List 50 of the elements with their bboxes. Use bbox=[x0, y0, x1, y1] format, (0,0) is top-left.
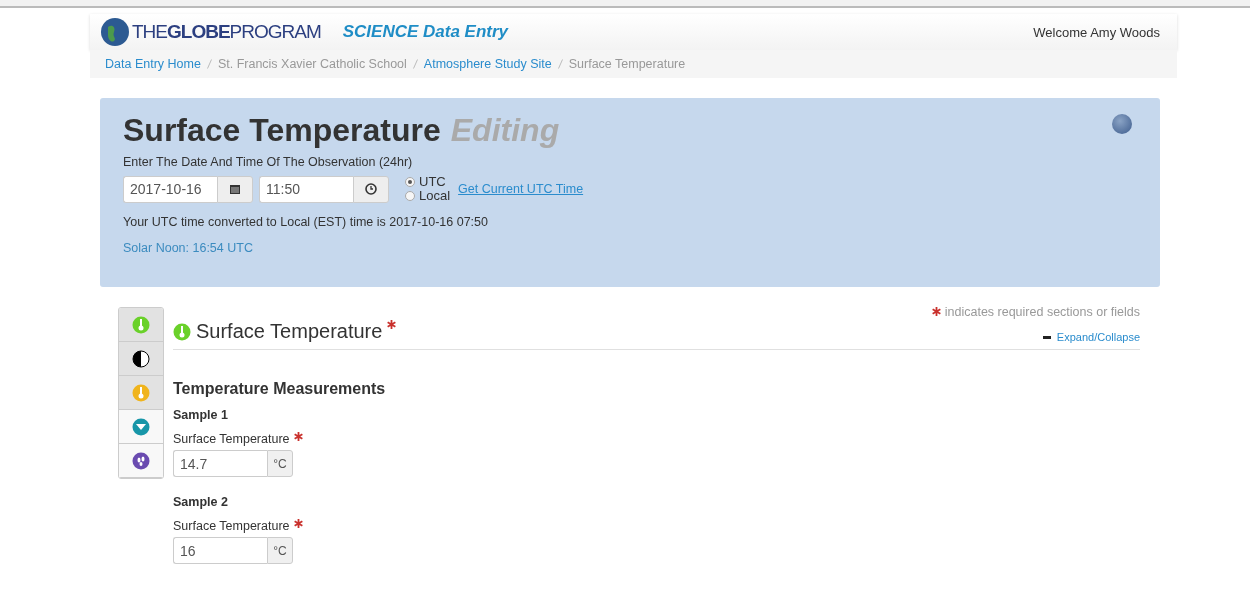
side-nav-button[interactable] bbox=[119, 444, 163, 478]
funnel-icon bbox=[132, 417, 150, 436]
conversion-text: Your UTC time converted to Local (EST) time is 2017-10-16 07:50 bbox=[123, 215, 489, 229]
breadcrumb-separator bbox=[412, 59, 418, 69]
welcome-text: Welcome Amy Woods bbox=[1033, 24, 1160, 40]
breadcrumb-item: Surface Temperature bbox=[568, 57, 686, 71]
section-title: Surface Temperature bbox=[196, 320, 383, 343]
unit-label: °C bbox=[267, 450, 293, 477]
radio-label: UTC bbox=[419, 175, 446, 189]
status-text: Editing bbox=[450, 112, 560, 149]
help-icon[interactable] bbox=[1112, 114, 1132, 134]
sample-title: Sample 2 bbox=[173, 495, 229, 509]
required-asterisk-icon bbox=[293, 519, 303, 528]
field-label: Surface Temperature bbox=[173, 432, 290, 446]
breadcrumb-item: St. Francis Xavier Catholic School bbox=[217, 57, 407, 71]
thermometer-icon bbox=[132, 383, 150, 402]
calendar-button[interactable] bbox=[217, 175, 253, 203]
thermometer-icon bbox=[173, 322, 191, 341]
solar-noon-text: Solar Noon: 16:54 UTC bbox=[123, 241, 254, 255]
unit-label: °C bbox=[267, 537, 293, 564]
clock-button[interactable] bbox=[353, 175, 389, 203]
radio-button[interactable] bbox=[405, 191, 415, 201]
date-field[interactable]: 2017-10-16 bbox=[123, 175, 217, 203]
temperature-field[interactable]: 16 bbox=[173, 537, 267, 564]
required-asterisk-icon bbox=[932, 307, 942, 316]
temperature-field[interactable]: 14.7 bbox=[173, 450, 267, 477]
half-circle-icon bbox=[132, 349, 150, 368]
drops-icon bbox=[132, 451, 150, 470]
field-label: Surface Temperature bbox=[173, 519, 290, 533]
logo-text[interactable]: THEGLOBEPROGRAM bbox=[132, 21, 321, 43]
required-asterisk-icon bbox=[387, 320, 397, 329]
page-title: Surface Temperature bbox=[123, 112, 441, 149]
calendar-icon bbox=[230, 184, 240, 194]
app-title: SCIENCE Data Entry bbox=[342, 22, 509, 42]
minus-icon bbox=[1042, 335, 1051, 339]
required-note: indicates required sections or fields bbox=[944, 305, 1140, 319]
radio-label: Local bbox=[419, 189, 451, 203]
breadcrumb-separator bbox=[206, 59, 212, 69]
side-nav-button[interactable] bbox=[119, 342, 163, 376]
sample-title: Sample 1 bbox=[173, 408, 229, 422]
required-asterisk-icon bbox=[293, 432, 303, 441]
globe-logo-icon bbox=[100, 17, 130, 47]
time-field[interactable]: 11:50 bbox=[259, 175, 353, 203]
expand-collapse-link[interactable]: Expand/Collapse bbox=[1042, 331, 1140, 343]
subsection-title: Temperature Measurements bbox=[173, 380, 387, 398]
thermometer-icon bbox=[132, 315, 150, 334]
clock-icon bbox=[365, 183, 377, 195]
breadcrumb-separator bbox=[557, 59, 563, 69]
radio-button[interactable] bbox=[405, 177, 415, 187]
date-time-prompt: Enter The Date And Time Of The Observation (24hr) bbox=[123, 155, 414, 169]
